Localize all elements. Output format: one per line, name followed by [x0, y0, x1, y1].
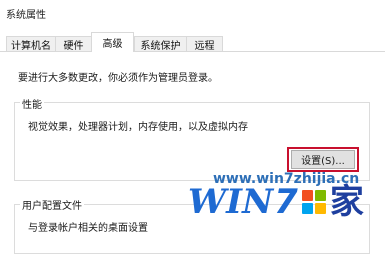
window-title: 系统属性	[6, 10, 46, 21]
tab-system-protection[interactable]: 系统保护	[134, 36, 187, 52]
admin-note: 要进行大多数更改，你必须作为管理员登录。	[18, 73, 218, 84]
watermark-brand: WIN 7 家	[188, 185, 364, 219]
tab-computer-name[interactable]: 计算机名	[6, 36, 56, 52]
watermark-home-text: 家	[329, 182, 364, 222]
performance-description: 视觉效果，处理器计划，内存使用，以及虚拟内存	[28, 122, 248, 133]
windows-logo-icon	[301, 190, 326, 214]
tab-hardware[interactable]: 硬件	[55, 36, 92, 52]
tab-advanced[interactable]: 高级	[91, 32, 134, 52]
user-profiles-group-label: 用户配置文件	[20, 197, 84, 212]
performance-group-label: 性能	[20, 96, 44, 111]
watermark-win-text: WIN	[188, 182, 274, 222]
tab-remote[interactable]: 远程	[186, 36, 223, 52]
performance-settings-button[interactable]: 设置(S)...	[291, 150, 355, 169]
user-profiles-description: 与登录帐户相关的桌面设置	[28, 223, 148, 234]
watermark-seven-text: 7	[274, 182, 298, 222]
